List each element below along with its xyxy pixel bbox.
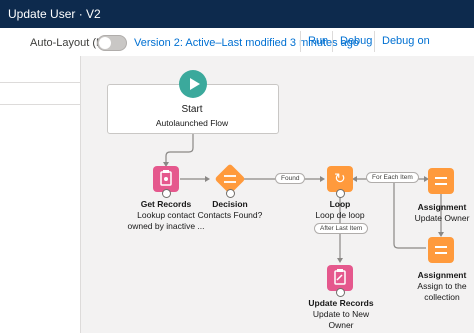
loop-icon: ↻ <box>334 170 346 186</box>
assignment-update-owner-node[interactable] <box>428 168 454 194</box>
update-records-desc: Update to New <box>312 309 370 319</box>
start-play-icon <box>179 70 207 98</box>
start-subtitle: Autolaunched Flow <box>155 118 229 128</box>
assignment-icon <box>435 246 447 254</box>
assignment1-desc: Update Owner <box>414 213 470 223</box>
decision-desc: Contacts Found? <box>197 210 263 220</box>
assignment2-desc2: collection <box>424 292 460 302</box>
arrowhead <box>205 176 210 182</box>
start-title: Start <box>181 104 203 115</box>
node-connector-dot[interactable] <box>226 189 235 198</box>
arrowhead <box>337 258 343 263</box>
assignment1-type: Assignment <box>417 202 467 212</box>
connector-start-get-records <box>165 132 194 164</box>
update-records-type: Update Records <box>308 298 374 308</box>
get-records-desc2: owned by inactive ... <box>127 221 205 231</box>
node-connector-dot[interactable] <box>336 288 345 297</box>
assignment-icon <box>435 177 447 185</box>
loop-desc: Loop de loop <box>315 210 365 220</box>
decision-icon <box>224 175 236 183</box>
node-connector-dot[interactable] <box>162 189 171 198</box>
node-connector-dot[interactable] <box>336 189 345 198</box>
assignment2-desc: Assign to the <box>417 281 467 291</box>
arrowhead <box>320 176 325 182</box>
assignment-collection-node[interactable] <box>428 237 454 263</box>
update-records-desc2: Owner <box>328 320 354 330</box>
decision-type: Decision <box>212 199 248 209</box>
loop-type: Loop <box>329 199 351 209</box>
assignment2-type: Assignment <box>417 270 467 280</box>
after-last-item-label[interactable]: After Last Item <box>314 223 369 234</box>
found-outcome-label[interactable]: Found <box>275 173 306 184</box>
for-each-item-label[interactable]: For Each Item <box>366 172 419 183</box>
